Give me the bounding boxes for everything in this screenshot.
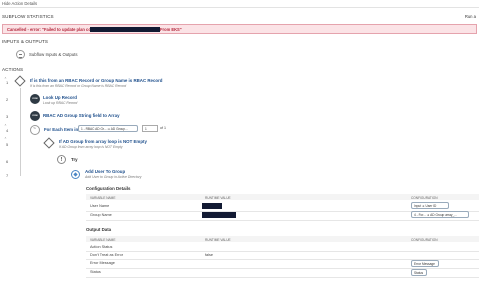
step-number: 2	[6, 97, 9, 102]
iteration-total: of 1	[160, 126, 166, 130]
if-diamond-icon	[14, 75, 26, 87]
step-number: 7	[6, 173, 9, 178]
step-title[interactable]: For Each Item in	[44, 127, 78, 132]
column-header: RUNTIME VALUE	[205, 195, 231, 200]
run-link[interactable]: Run a	[465, 14, 476, 19]
config-pill[interactable]: Error Message	[411, 260, 439, 267]
config-pill[interactable]: 4 - For... ➔ AD Group array_...	[411, 211, 469, 218]
step-title[interactable]: If is this from an RBAC Record or Group …	[30, 78, 162, 83]
variable-name: Don't Treat as Error	[90, 253, 124, 257]
step-title[interactable]: If AD Group from array loop is NOT Empty	[59, 139, 147, 144]
column-header: VARIABLE NAME	[90, 195, 116, 200]
alert-message-suffix: From EKS"	[160, 27, 182, 33]
flow-connector	[20, 88, 21, 176]
step-title[interactable]: RBAC AD Group String field to Array	[43, 113, 120, 118]
step-title[interactable]: Try	[71, 157, 78, 162]
column-header: VARIABLE NAME	[90, 237, 116, 242]
step-title[interactable]: Look Up Record	[43, 95, 77, 100]
redacted-block	[90, 27, 160, 32]
step-number: 4	[6, 128, 9, 133]
config-pill[interactable]: Status	[411, 269, 427, 276]
row-divider	[86, 251, 479, 252]
runtime-value: false	[205, 253, 214, 257]
variable-name: Error Message	[90, 261, 115, 265]
if-diamond-icon	[43, 137, 55, 149]
variable-name: Group Name	[90, 213, 112, 217]
config-pill[interactable]: Input ➔ User ID	[411, 202, 449, 209]
iteration-input[interactable]: 1	[142, 125, 158, 132]
column-header: CONFIGURATION	[411, 195, 438, 200]
variable-name: Action Status	[90, 245, 113, 249]
inputs-outputs-title: INPUTS & OUTPUTS	[2, 39, 49, 44]
step-title[interactable]: Add User To Group	[85, 169, 125, 174]
step-subtitle: Look up RBAC Record	[43, 101, 78, 105]
subflow-statistics-title: SUBFLOW STATISTICS	[2, 14, 54, 19]
redacted-value	[202, 212, 236, 218]
for-each-pill[interactable]: 1 - RBAC AD Gr... ➔ AD Group...	[78, 125, 138, 132]
row-divider	[86, 220, 479, 221]
row-divider	[86, 277, 479, 278]
column-header: CONFIGURATION	[411, 237, 438, 242]
subflow-io-label[interactable]: Subflow Inputs & Outputs	[29, 52, 78, 57]
output-data-title: Output Data	[86, 227, 112, 232]
alert-message: Cancelled - error: "Failed to update pla…	[7, 27, 102, 33]
now-action-icon: now	[30, 94, 40, 104]
step-number: 6	[6, 159, 9, 164]
variable-name: User Name	[90, 204, 110, 208]
loop-icon	[30, 125, 40, 135]
now-action-icon: now	[30, 111, 40, 121]
active-directory-icon	[71, 170, 80, 179]
step-number: 3	[6, 114, 9, 119]
try-icon: !	[57, 155, 66, 164]
config-details-title: Configuration Details	[86, 186, 131, 191]
step-number: 1	[6, 80, 9, 85]
variable-name: Status	[90, 270, 101, 274]
io-icon	[16, 50, 25, 59]
step-subtitle: Add User to Group in Active Directory	[85, 175, 142, 179]
hide-action-details-link[interactable]: Hide Action Details	[2, 1, 37, 6]
error-alert: Cancelled - error: "Failed to update pla…	[2, 24, 477, 34]
step-number: 5	[6, 142, 9, 147]
expand-chevron-icon[interactable]: ⌃	[4, 137, 7, 141]
actions-title: ACTIONS	[2, 67, 24, 72]
step-subtitle: If AD Group from array loop is NOT Empty	[59, 145, 123, 149]
top-bar: Hide Action Details	[0, 0, 479, 8]
step-subtitle: If is this from an RBAC Record or Group …	[30, 84, 127, 88]
redacted-value	[202, 203, 222, 209]
column-header: RUNTIME VALUE	[205, 237, 231, 242]
